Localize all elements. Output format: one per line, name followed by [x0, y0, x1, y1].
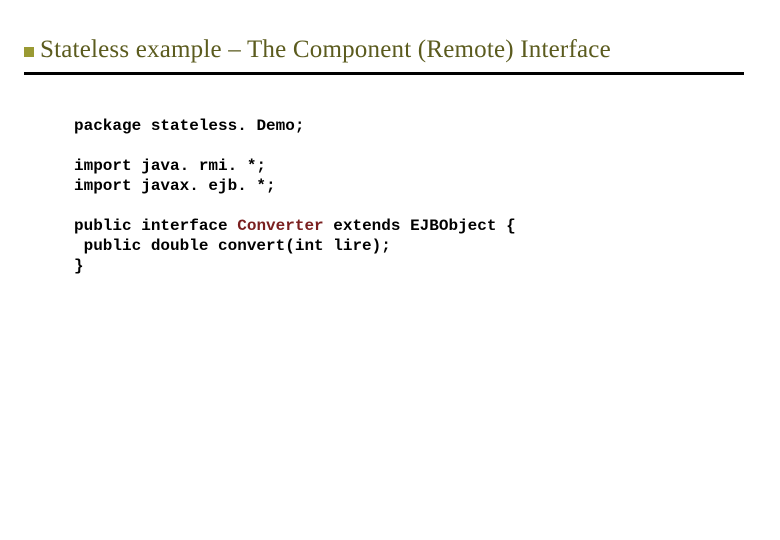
code-text: extends EJBObject { [324, 217, 516, 235]
title-underline [24, 72, 744, 75]
title-bullet-icon [24, 47, 34, 57]
slide-title: Stateless example – The Component (Remot… [40, 36, 611, 64]
keyword-import: import [74, 177, 132, 195]
keyword-public-interface: public interface [74, 217, 237, 235]
code-text: javax. ejb. *; [132, 177, 276, 195]
keyword-import: import [74, 157, 132, 175]
slide: Stateless example – The Component (Remot… [0, 0, 780, 540]
class-name: Converter [237, 217, 323, 235]
code-text: java. rmi. *; [132, 157, 266, 175]
code-text: public double convert(int lire); [74, 237, 391, 255]
code-text: stateless. Demo; [141, 117, 304, 135]
code-block: package stateless. Demo; import java. rm… [74, 116, 516, 276]
code-text: } [74, 257, 84, 275]
keyword-package: package [74, 117, 141, 135]
